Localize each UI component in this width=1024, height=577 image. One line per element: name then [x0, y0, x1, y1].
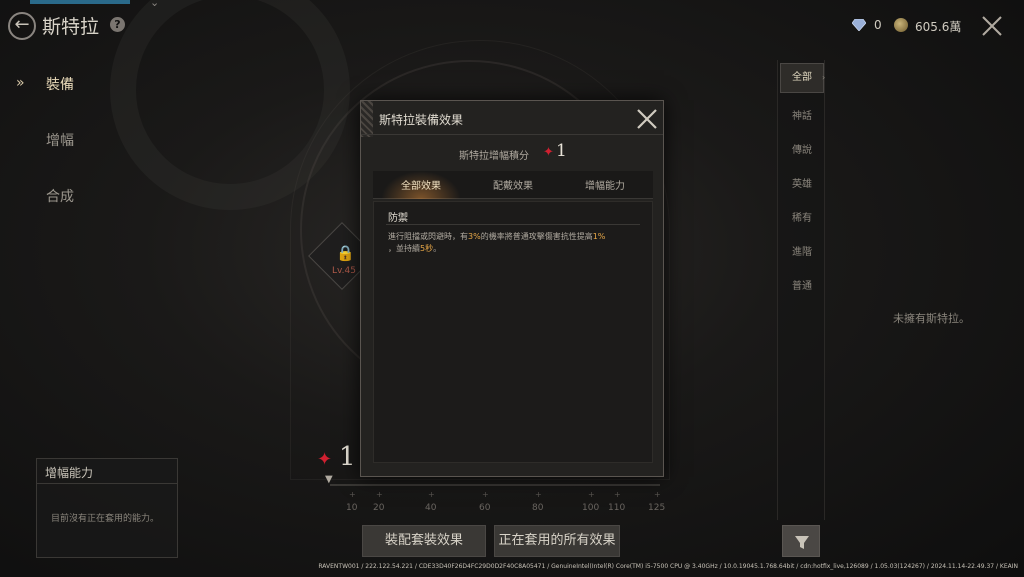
divider	[361, 134, 663, 135]
progress-tick-label: 60	[479, 503, 491, 513]
progress-tick-label: 125	[648, 503, 666, 513]
progress-tick-mark: +	[654, 490, 661, 499]
page-title: 斯特拉	[42, 16, 100, 38]
star-icon: ✦	[543, 145, 554, 160]
filter-icon	[795, 536, 809, 549]
equip-set-effect-button[interactable]: 裝配套裝效果	[362, 525, 486, 557]
enhance-progress-track	[330, 484, 660, 486]
modal-score-label: 斯特拉增幅積分	[459, 151, 529, 162]
progress-tick-mark: +	[535, 490, 542, 499]
divider	[37, 483, 177, 484]
category-rare[interactable]: 稀有	[780, 209, 824, 224]
gold-coin-icon	[894, 18, 908, 32]
back-button[interactable]: ←	[8, 12, 36, 40]
effect-category-heading: 防禦	[388, 213, 408, 224]
diamond-icon	[852, 19, 866, 31]
progress-tick-label: 100	[582, 503, 600, 513]
filter-button[interactable]	[782, 525, 820, 557]
progress-tick-label: 10	[346, 503, 358, 513]
stella-equip-effect-modal: 斯特拉裝備效果 斯特拉增幅積分 ✦ 1 全部效果 配戴效果 增幅能力 防禦 進行…	[360, 100, 664, 477]
effect-list: 防禦 進行阻擋或閃避時，有3%的機率將普通攻擊傷害抗性提高1% ，並持續5秒。	[373, 201, 653, 463]
all-active-effects-button[interactable]: 正在套用的所有效果	[494, 525, 620, 557]
progress-tick-label: 110	[608, 503, 626, 513]
modal-corner-ornament	[361, 101, 373, 137]
progress-tick-mark: +	[482, 490, 489, 499]
category-common[interactable]: 普通	[780, 277, 824, 292]
nav-item-synthesis[interactable]: 合成	[46, 186, 74, 206]
ability-empty-text: 目前沒有正在套用的能力。	[51, 514, 160, 524]
modal-title: 斯特拉裝備效果	[379, 113, 464, 127]
progress-tick-label: 80	[532, 503, 544, 513]
effect-tabs: 全部效果 配戴效果 增幅能力	[373, 171, 653, 199]
enhance-score: 1	[339, 442, 356, 472]
progress-tick-mark: +	[614, 490, 621, 499]
tab-wear-effects[interactable]: 配戴效果	[493, 177, 533, 192]
gold-count: 605.6萬	[915, 20, 962, 34]
back-arrow-icon: ←	[14, 14, 30, 35]
chevron-down-icon[interactable]: ⌄	[150, 0, 159, 9]
enhance-ability-panel: 增幅能力 目前沒有正在套用的能力。	[36, 458, 178, 558]
modal-close-button[interactable]	[635, 107, 659, 131]
modal-score-value: 1	[556, 141, 567, 161]
divider	[386, 224, 640, 225]
category-mythic[interactable]: 神話	[780, 107, 824, 122]
question-circle-icon[interactable]: ?	[110, 17, 125, 32]
close-icon[interactable]	[980, 14, 1004, 38]
category-hero[interactable]: 英雄	[780, 175, 824, 190]
progress-tick-mark: +	[588, 490, 595, 499]
star-icon: ✦	[317, 449, 333, 470]
tab-enhance-abilities[interactable]: 增幅能力	[585, 177, 625, 192]
lock-icon: 🔒	[336, 244, 355, 262]
nav-active-arrow-icon: »	[16, 75, 25, 91]
category-advanced[interactable]: 進階	[780, 243, 824, 258]
category-all[interactable]: 全部	[780, 63, 824, 93]
effect-description: 進行阻擋或閃避時，有3%的機率將普通攻擊傷害抗性提高1% ，並持續5秒。	[388, 232, 606, 253]
no-stella-text: 未擁有斯特拉。	[893, 312, 970, 325]
progress-tick-mark: +	[428, 490, 435, 499]
progress-tick-label: 40	[425, 503, 437, 513]
ability-panel-title: 增幅能力	[45, 466, 94, 480]
progress-tick-mark: +	[349, 490, 356, 499]
category-legendary[interactable]: 傳說	[780, 141, 824, 156]
nav-item-equip[interactable]: 裝備	[46, 74, 74, 94]
chevron-right-icon: ›	[822, 73, 826, 82]
nav-item-enhance[interactable]: 增幅	[46, 130, 74, 150]
debug-info-text: RAVENTW001 / 222.122.54.221 / CDE33D40F2…	[318, 563, 1018, 570]
slot-level-requirement: Lv.45	[332, 266, 356, 276]
tab-all-effects[interactable]: 全部效果	[401, 177, 441, 192]
diamond-count: 0	[874, 18, 882, 32]
progress-tick-label: 20	[373, 503, 385, 513]
top-status-strip	[30, 0, 130, 4]
progress-tick-mark: +	[376, 490, 383, 499]
